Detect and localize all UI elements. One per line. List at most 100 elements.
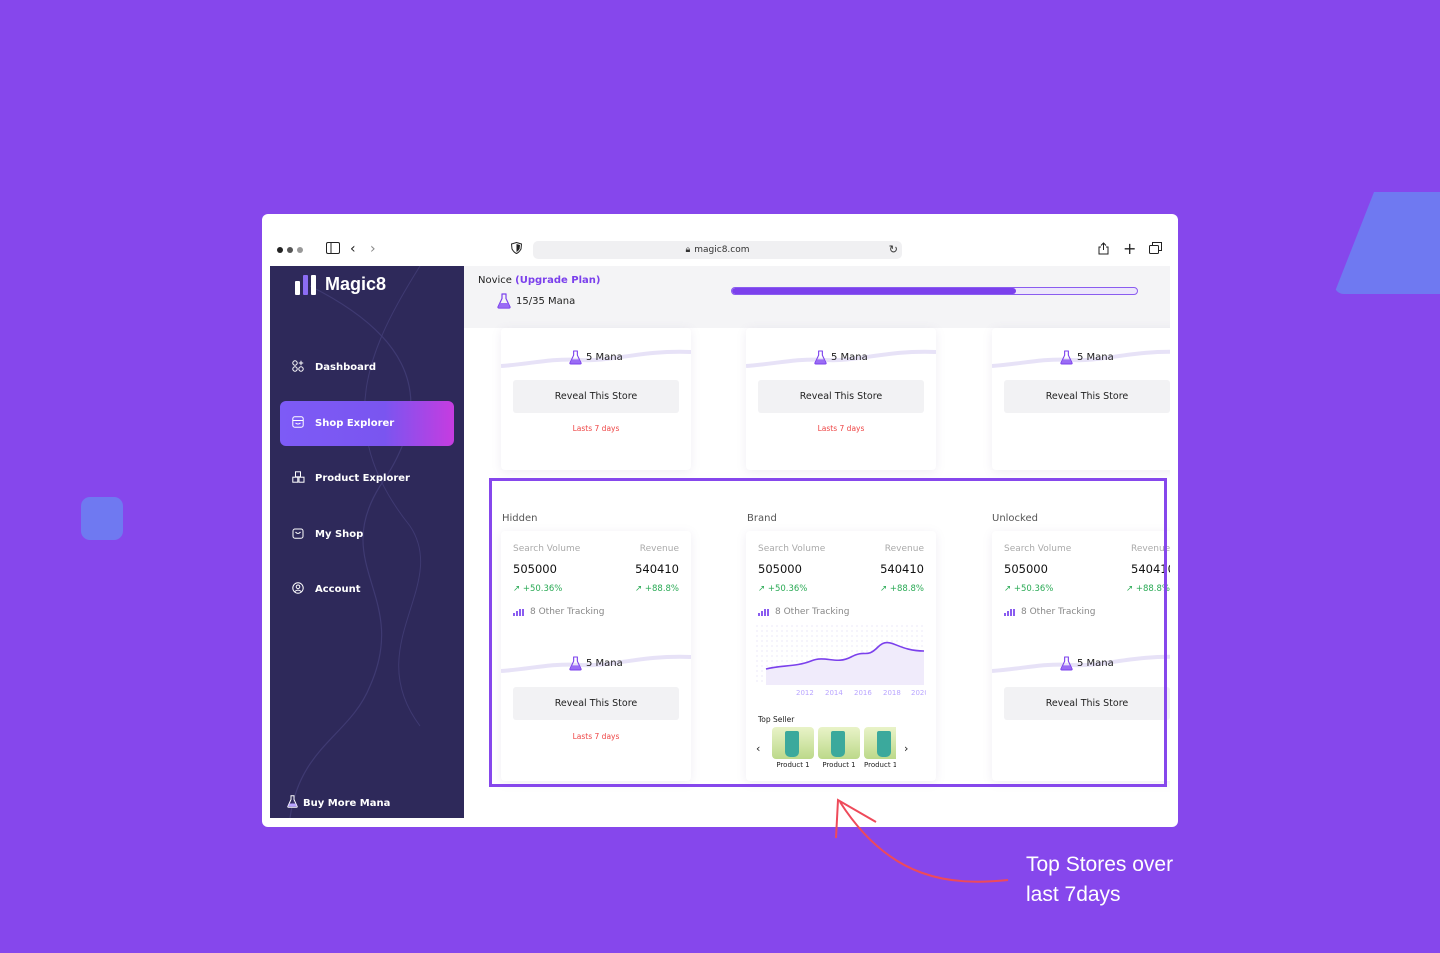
caption-line: Top Stores over — [1026, 853, 1174, 876]
store-icon — [291, 416, 305, 431]
store-card-hidden: Search Volume Revenue 505000 540410 ↗ +5… — [501, 531, 691, 781]
section-label-hidden: Hidden — [502, 513, 538, 524]
browser-toolbar: ‹ › 🔒︎ magic8.com ↻ + — [262, 214, 1178, 266]
lasts-note: Lasts 7 days — [572, 424, 620, 433]
sidebar-item-label: Product Explorer — [315, 473, 410, 484]
flask-icon — [569, 350, 582, 365]
sidebar-item-label: My Shop — [315, 529, 364, 540]
search-volume-label: Search Volume — [1004, 544, 1072, 554]
flask-icon — [1060, 350, 1073, 365]
mana-cost-text: 5 Mana — [831, 352, 868, 363]
revenue-label: Revenue — [639, 544, 679, 554]
flask-icon — [569, 656, 582, 671]
search-volume-label: Search Volume — [758, 544, 826, 554]
mana-cost-text: 5 Mana — [1077, 352, 1114, 363]
flask-icon — [1060, 656, 1073, 671]
window-controls[interactable] — [277, 247, 303, 253]
user-icon — [291, 582, 305, 597]
buy-more-mana-link[interactable]: Buy More Mana — [287, 795, 390, 811]
sidebar-item-product-explorer[interactable]: Product Explorer — [280, 456, 454, 501]
store-card: 5 Mana Reveal This Store Lasts 7 days — [501, 328, 691, 470]
revenue-label: Revenue — [884, 544, 924, 554]
plan-tier: Novice — [478, 275, 512, 286]
new-tab-icon[interactable]: + — [1123, 241, 1136, 257]
reveal-store-button[interactable]: Reveal This Store — [1004, 380, 1170, 413]
bar-chart-icon — [513, 608, 524, 616]
sidebar-item-account[interactable]: Account — [280, 567, 454, 612]
change-text: +50.36% — [522, 584, 563, 594]
revenue-value: 540410 — [880, 562, 924, 576]
forward-icon[interactable]: › — [370, 242, 376, 256]
section-label-brand: Brand — [747, 513, 777, 524]
product-label: Product 1 — [864, 761, 896, 769]
carousel-next-icon[interactable]: › — [904, 742, 908, 755]
search-volume-value: 505000 — [1004, 562, 1048, 576]
revenue-label: Revenue — [1131, 544, 1170, 554]
url-text: magic8.com — [694, 245, 750, 255]
revenue-change: ↗ +88.8% — [635, 584, 679, 594]
caption-line: last 7days — [1026, 883, 1121, 906]
bag-icon — [291, 527, 305, 542]
stores-grid: 5 Mana Reveal This Store Lasts 7 days 5 … — [464, 328, 1170, 818]
reload-icon[interactable]: ↻ — [889, 243, 898, 256]
product-thumb[interactable]: Product 1 — [864, 727, 896, 769]
year-label: 2020 — [911, 689, 926, 697]
revenue-change: ↗ +88.8% — [880, 584, 924, 594]
revenue-value: 540410 — [1131, 562, 1170, 576]
logo[interactable]: Magic8 — [295, 274, 386, 295]
back-icon[interactable]: ‹ — [350, 242, 356, 256]
sidebar-item-shop-explorer[interactable]: Shop Explorer — [280, 401, 454, 446]
mana-cost-text: 5 Mana — [586, 352, 623, 363]
carousel-prev-icon[interactable]: ‹ — [756, 742, 760, 755]
url-bar[interactable]: 🔒︎ magic8.com ↻ — [533, 241, 902, 259]
mana-progress-fill — [732, 288, 1016, 294]
product-image — [864, 727, 896, 759]
bar-chart-icon — [758, 608, 769, 616]
section-label-unlocked: Unlocked — [992, 513, 1038, 524]
plan-label: Novice (Upgrade Plan) — [478, 275, 600, 286]
mana-cost: 5 Mana — [814, 350, 868, 365]
grid-icon — [291, 360, 305, 375]
mana-counter: 15/35 Mana — [497, 293, 575, 309]
mana-count-text: 15/35 Mana — [516, 295, 576, 307]
mana-progress-bar — [731, 287, 1138, 295]
change-text: +88.8% — [889, 584, 924, 594]
product-thumb[interactable]: Product 1 — [772, 727, 814, 769]
revenue-change: ↗ +88.8% — [1126, 584, 1170, 594]
sidebar-item-dashboard[interactable]: Dashboard — [280, 345, 454, 390]
sidebar-item-label: Account — [315, 584, 361, 595]
cubes-icon — [291, 471, 305, 486]
search-volume-change: ↗ +50.36% — [513, 584, 563, 594]
product-label: Product 1 — [822, 761, 856, 769]
tracking-count: 8 Other Tracking — [513, 607, 604, 617]
flask-icon — [287, 795, 298, 811]
upgrade-plan-link[interactable]: (Upgrade Plan) — [515, 275, 600, 286]
year-label: 2016 — [854, 689, 872, 697]
reveal-store-button[interactable]: Reveal This Store — [1004, 687, 1170, 720]
share-icon[interactable] — [1098, 242, 1109, 258]
store-card-unlocked: Search Volume Revenue 505000 540410 ↗ +5… — [992, 531, 1170, 781]
search-volume-label: Search Volume — [513, 544, 581, 554]
store-card-brand: Search Volume Revenue 505000 540410 ↗ +5… — [746, 531, 936, 781]
tabs-overview-icon[interactable] — [1149, 242, 1162, 257]
change-text: +88.8% — [644, 584, 679, 594]
reveal-store-button[interactable]: Reveal This Store — [758, 380, 924, 413]
change-text: +50.36% — [767, 584, 808, 594]
search-volume-value: 505000 — [513, 562, 557, 576]
mana-cost: 5 Mana — [1060, 350, 1114, 365]
reveal-store-button[interactable]: Reveal This Store — [513, 687, 679, 720]
mana-cost: 5 Mana — [569, 350, 623, 365]
sidebar-item-my-shop[interactable]: My Shop — [280, 512, 454, 557]
annotation-caption: Top Stores over last 7days — [1026, 850, 1173, 910]
lock-icon: 🔒︎ — [685, 245, 691, 255]
plan-header: Novice (Upgrade Plan) 15/35 Mana — [464, 266, 1170, 328]
product-image — [818, 727, 860, 759]
browser-window: ‹ › 🔒︎ magic8.com ↻ + Magic8 Dashboard S… — [262, 214, 1178, 827]
change-text: +50.36% — [1013, 584, 1054, 594]
flask-icon — [497, 293, 511, 309]
reveal-store-button[interactable]: Reveal This Store — [513, 380, 679, 413]
sidebar-toggle-icon[interactable] — [326, 242, 340, 257]
shield-icon[interactable] — [510, 241, 523, 257]
product-thumb[interactable]: Product 1 — [818, 727, 860, 769]
decorative-square — [81, 497, 123, 540]
